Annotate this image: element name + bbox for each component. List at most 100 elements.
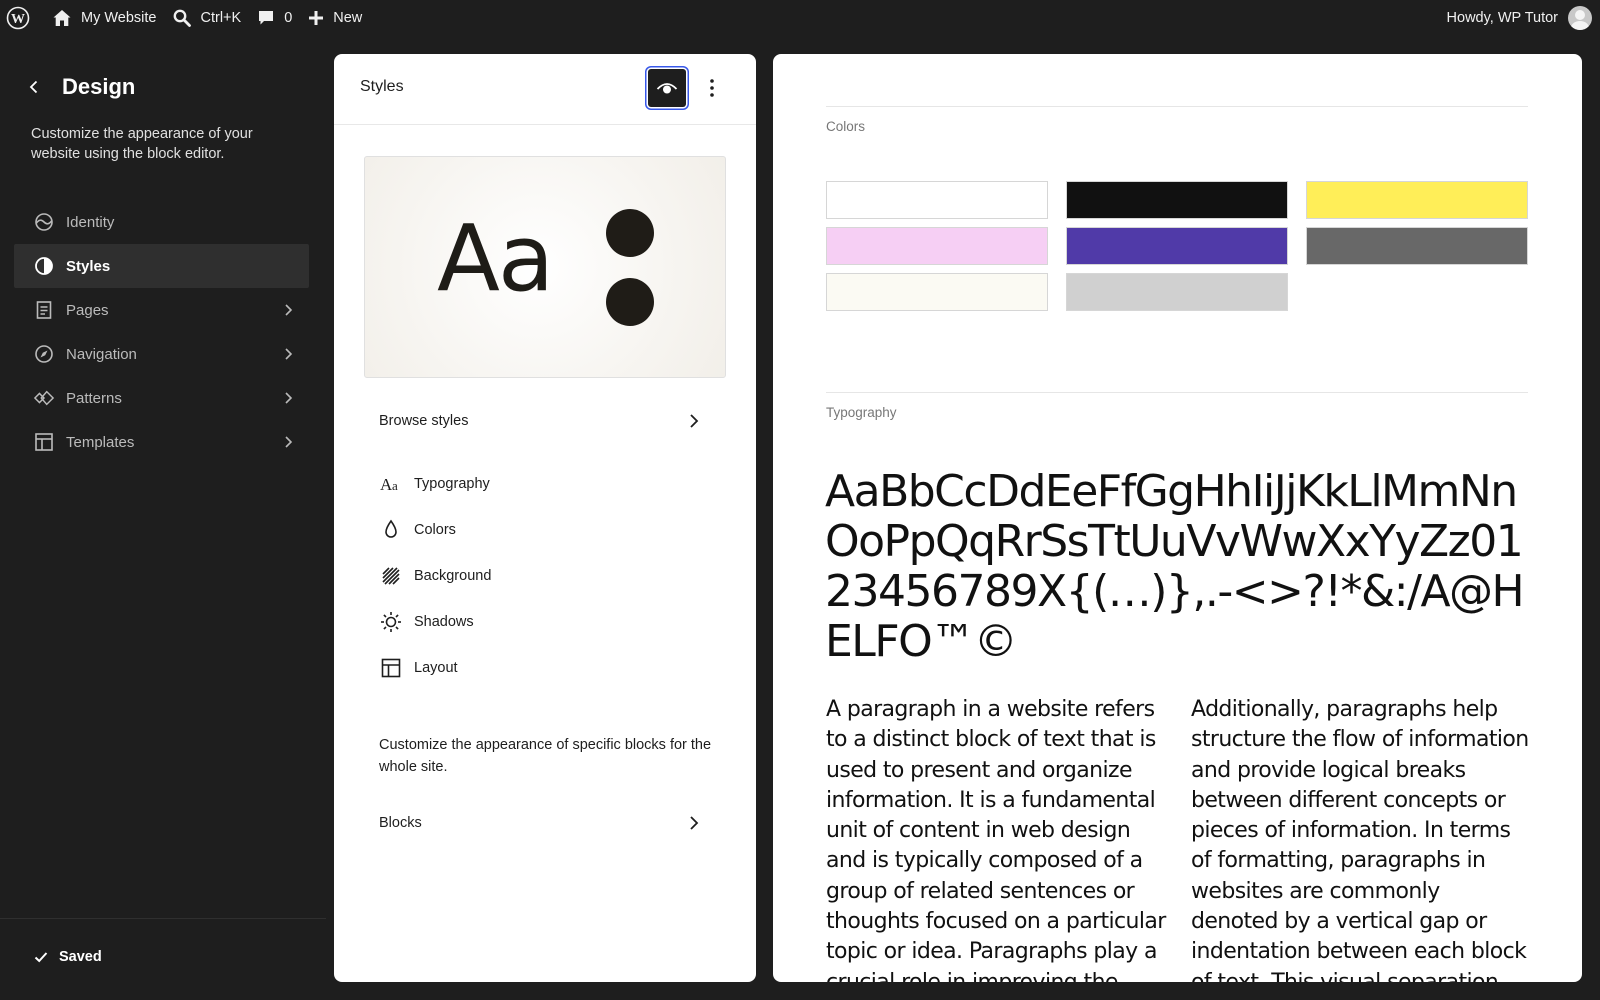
sidebar-item-label: Navigation xyxy=(66,345,137,363)
design-menu: Identity Styles Pages Navigation Pattern… xyxy=(14,200,309,464)
chevron-left-icon xyxy=(29,80,38,94)
colors-option[interactable]: Colors xyxy=(379,518,711,542)
comment-icon xyxy=(259,11,274,25)
page-icon xyxy=(34,300,54,320)
contrast-icon xyxy=(34,256,54,276)
panel-title: Styles xyxy=(360,78,404,95)
panel-header: Styles xyxy=(334,54,756,125)
site-name: My Website xyxy=(81,10,157,26)
wordpress-icon: W xyxy=(6,6,30,30)
chevron-right-icon xyxy=(285,348,293,360)
color-drop-icon xyxy=(379,518,403,542)
svg-text:a: a xyxy=(392,478,398,493)
sidebar-footer: Saved xyxy=(0,918,326,1000)
sample-paragraph: Additionally, paragraphs help structure … xyxy=(1191,697,1529,982)
color-swatch[interactable] xyxy=(1066,181,1288,219)
sidebar-item-label: Patterns xyxy=(66,389,122,407)
option-label: Typography xyxy=(414,476,490,492)
avatar[interactable] xyxy=(1568,6,1592,30)
svg-text:W: W xyxy=(11,12,25,27)
back-button[interactable] xyxy=(22,75,46,99)
option-label: Layout xyxy=(414,660,458,676)
save-status-label: Saved xyxy=(59,949,102,965)
typography-specimen: AaBbCcDdEeFfGgHhIiJjKkLlMmNnOoPpQqRrSsTt… xyxy=(825,466,1525,667)
color-swatch[interactable] xyxy=(1066,273,1288,311)
compass-icon xyxy=(34,344,54,364)
sidebar-item-patterns[interactable]: Patterns xyxy=(14,376,309,420)
sidebar-item-pages[interactable]: Pages xyxy=(14,288,309,332)
sidebar-item-templates[interactable]: Templates xyxy=(14,420,309,464)
home-icon xyxy=(53,10,71,26)
color-swatch[interactable] xyxy=(1306,181,1528,219)
background-icon xyxy=(379,564,403,588)
option-label: Background xyxy=(414,568,492,584)
style-book-button[interactable] xyxy=(648,69,686,107)
admin-bar: W My Website Ctrl+K 0 New Howdy, WP Tuto… xyxy=(0,0,1600,36)
sample-paragraph: A paragraph in a website refers to a dis… xyxy=(826,697,1166,982)
blocks-button[interactable]: Blocks xyxy=(379,811,711,835)
search-shortcut: Ctrl+K xyxy=(200,10,242,26)
account-menu[interactable]: Howdy, WP Tutor xyxy=(1447,0,1592,36)
preview-color-dot xyxy=(606,209,654,257)
layout-icon xyxy=(34,432,54,452)
style-preview[interactable]: Aa xyxy=(364,156,726,378)
color-swatch[interactable] xyxy=(826,227,1048,265)
preview-text: Aa xyxy=(437,205,554,312)
sidebar-item-navigation[interactable]: Navigation xyxy=(14,332,309,376)
page-title: Design xyxy=(62,74,136,99)
section-divider xyxy=(826,106,1528,107)
chevron-right-icon xyxy=(285,392,293,404)
section-divider xyxy=(826,392,1528,393)
option-label: Colors xyxy=(414,522,456,538)
sidebar-item-label: Pages xyxy=(66,301,109,319)
more-options-button[interactable] xyxy=(700,74,724,102)
layout-icon xyxy=(379,656,403,680)
blocks-label: Blocks xyxy=(379,815,422,831)
plus-icon xyxy=(309,11,324,25)
new-content-button[interactable]: New xyxy=(300,0,370,36)
typography-option[interactable]: Aa Typography xyxy=(379,472,711,496)
save-status: Saved xyxy=(33,949,102,965)
pattern-icon xyxy=(34,388,54,408)
identity-icon xyxy=(34,212,54,232)
colors-section-label: Colors xyxy=(826,119,866,134)
comments-count: 0 xyxy=(284,10,293,26)
search-icon xyxy=(174,9,192,27)
sidebar-item-label: Styles xyxy=(66,257,111,275)
check-icon xyxy=(34,952,48,963)
chevron-right-icon xyxy=(285,436,293,448)
sidebar-item-label: Identity xyxy=(66,213,115,231)
wordpress-logo-button[interactable]: W xyxy=(0,0,40,36)
sidebar-item-identity[interactable]: Identity xyxy=(14,200,309,244)
style-book-canvas: Colors Typography AaBbCcDdEeFfGgHhIiJjKk… xyxy=(773,54,1582,982)
site-home-link[interactable]: My Website xyxy=(40,0,164,36)
eye-icon xyxy=(656,83,678,94)
preview-color-dot xyxy=(606,278,654,326)
color-swatch[interactable] xyxy=(1306,227,1528,265)
design-sidebar: Design Customize the appearance of your … xyxy=(0,52,326,1000)
browse-styles-button[interactable]: Browse styles xyxy=(379,409,711,433)
chevron-right-icon xyxy=(690,816,699,830)
sidebar-item-label: Templates xyxy=(66,433,135,451)
sidebar-description: Customize the appearance of your website… xyxy=(31,126,253,162)
typography-section-label: Typography xyxy=(826,405,897,420)
color-swatch[interactable] xyxy=(1066,227,1288,265)
typography-icon: Aa xyxy=(379,472,403,496)
command-palette-button[interactable]: Ctrl+K xyxy=(164,0,249,36)
sidebar-item-styles[interactable]: Styles xyxy=(14,244,309,288)
color-swatch[interactable] xyxy=(826,181,1048,219)
background-option[interactable]: Background xyxy=(379,564,711,588)
shadow-icon xyxy=(379,610,403,634)
option-label: Shadows xyxy=(414,614,474,630)
greeting-text: Howdy, WP Tutor xyxy=(1446,10,1558,26)
chevron-right-icon xyxy=(285,304,293,316)
new-label: New xyxy=(333,10,363,26)
color-swatch[interactable] xyxy=(826,273,1048,311)
layout-option[interactable]: Layout xyxy=(379,656,711,680)
blocks-description: Customize the appearance of specific blo… xyxy=(379,737,712,775)
chevron-right-icon xyxy=(690,414,699,428)
shadows-option[interactable]: Shadows xyxy=(379,610,711,634)
comments-link[interactable]: 0 xyxy=(249,0,300,36)
browse-styles-label: Browse styles xyxy=(379,413,469,429)
more-vertical-icon xyxy=(710,79,714,97)
